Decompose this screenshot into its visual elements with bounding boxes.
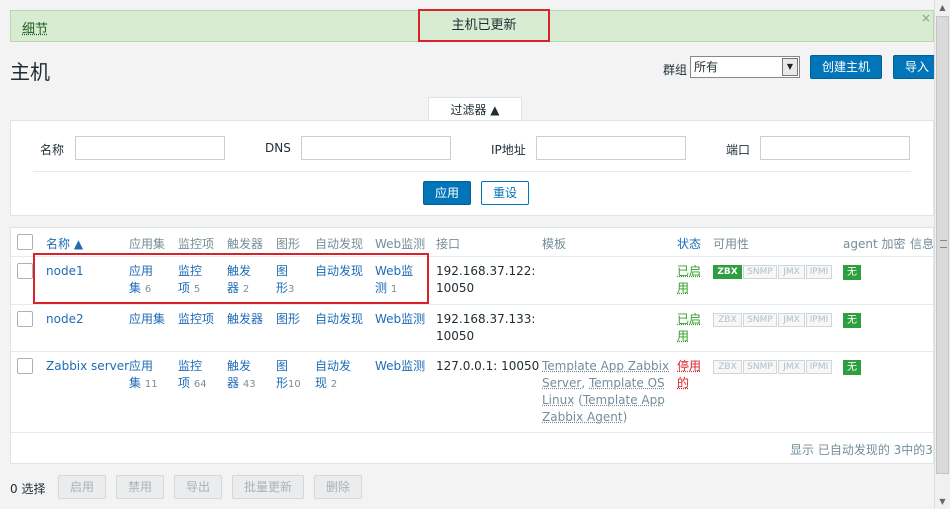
interface-value: 127.0.0.1: 10050 [436, 359, 540, 373]
chevron-down-icon[interactable]: ▼ [782, 58, 798, 76]
zbx-badge: ZBX [713, 313, 742, 327]
enable-button[interactable]: 启用 [58, 475, 106, 499]
group-label: 群组 [663, 63, 688, 77]
ipmi-badge: IPMI [806, 313, 832, 327]
row-checkbox[interactable] [17, 311, 33, 327]
interface-value: 192.168.37.133: 10050 [436, 312, 536, 343]
host-name-link[interactable]: node2 [46, 311, 84, 328]
triggers-link[interactable]: 触发器 [227, 311, 263, 328]
triggers-link[interactable]: 触发 器 43 [227, 358, 256, 393]
close-icon[interactable]: × [921, 11, 931, 25]
page-title: 主机 [10, 60, 50, 84]
highlight-box [33, 253, 429, 304]
col-templates: 模板 [542, 237, 567, 251]
disable-button[interactable]: 禁用 [116, 475, 164, 499]
web-link[interactable]: Web监测 [375, 311, 425, 328]
col-items: 监控项 [178, 237, 215, 251]
web-link[interactable]: Web监测 [375, 358, 425, 375]
graphs-link[interactable]: 图形 [276, 311, 300, 328]
filter-dns-input[interactable] [301, 136, 451, 160]
snmp-badge: SNMP [743, 265, 777, 279]
encryption-badge: 无 [843, 265, 861, 280]
message-text: 主机已更新 [418, 9, 550, 42]
status-toggle[interactable]: 停用的 [677, 358, 701, 392]
jmx-badge: JMX [778, 265, 805, 279]
hosts-table: 名称 ▲ 应用集 监控项 触发器 图形 自动发现 Web监测 接口 模板 状态 … [10, 227, 934, 464]
col-availability: 可用性 [713, 237, 750, 251]
template-link[interactable]: Template App Zabbix [542, 359, 669, 373]
filter-name-label: 名称 [40, 143, 65, 157]
filter-port-input[interactable] [760, 136, 910, 160]
message-details-link[interactable]: 细节 [22, 18, 48, 37]
zbx-badge: ZBX [713, 265, 742, 279]
template-link[interactable]: Linux [542, 393, 574, 407]
encryption-badge: 无 [843, 360, 861, 375]
col-encryption: agent 加密 [843, 237, 906, 251]
filter-ip-label: IP地址 [491, 143, 526, 157]
status-toggle[interactable]: 已启用 [677, 311, 701, 345]
table-footer-count: 显示 已自动发现的 3中的3 [790, 443, 933, 457]
zbx-badge: ZBX [713, 360, 742, 374]
group-select[interactable]: 所有 ▼ [690, 56, 800, 78]
filter-tab[interactable]: 过滤器 ▲ [428, 97, 522, 121]
row-checkbox[interactable] [17, 263, 33, 279]
ipmi-badge: IPMI [806, 265, 832, 279]
reset-button[interactable]: 重设 [481, 181, 529, 205]
snmp-badge: SNMP [743, 313, 777, 327]
col-status[interactable]: 状态 [677, 235, 701, 252]
template-link[interactable]: Zabbix Agent [542, 410, 623, 424]
col-triggers: 触发器 [227, 237, 264, 251]
filter-port-label: 端口 [726, 143, 751, 157]
status-toggle[interactable]: 已启用 [677, 263, 701, 297]
filter-divider [33, 171, 911, 172]
row-divider [11, 304, 933, 305]
col-name[interactable]: 名称 ▲ [46, 235, 83, 252]
filter-dns-label: DNS [265, 141, 291, 155]
export-button[interactable]: 导出 [174, 475, 222, 499]
items-link[interactable]: 监控项 [178, 311, 214, 328]
row-divider [11, 351, 933, 352]
scrollbar-thumb[interactable] [936, 16, 949, 474]
template-link[interactable]: Template App [583, 393, 665, 407]
col-discovery: 自动发现 [315, 237, 364, 251]
interface-value: 192.168.37.122: 10050 [436, 264, 536, 295]
row-checkbox[interactable] [17, 358, 33, 374]
applications-link[interactable]: 应用集 [129, 311, 165, 328]
encryption-badge: 无 [843, 313, 861, 328]
filter-panel: 名称 DNS IP地址 端口 应用 重设 [10, 120, 934, 216]
grip-icon [940, 240, 947, 248]
filter-name-input[interactable] [75, 136, 225, 160]
delete-button[interactable]: 删除 [314, 475, 362, 499]
apply-button[interactable]: 应用 [423, 181, 471, 205]
host-name-link[interactable]: Zabbix server [46, 358, 129, 375]
row-divider [11, 432, 933, 433]
discovery-link[interactable]: 自动发 现 2 [315, 358, 351, 393]
selected-count: 0 选择 [10, 482, 46, 496]
col-info: 信息 [910, 237, 934, 251]
applications-link[interactable]: 应用 集 11 [129, 358, 158, 393]
create-host-button[interactable]: 创建主机 [810, 55, 882, 79]
col-applications: 应用集 [129, 237, 166, 251]
discovery-link[interactable]: 自动发现 [315, 311, 363, 328]
templates-list: Template App Zabbix Server, Template OS … [542, 359, 670, 424]
filter-ip-input[interactable] [536, 136, 686, 160]
select-all-checkbox[interactable] [17, 234, 33, 250]
graphs-link[interactable]: 图 形10 [276, 358, 301, 393]
ipmi-badge: IPMI [806, 360, 832, 374]
items-link[interactable]: 监控 项 64 [178, 358, 207, 393]
scrollbar[interactable]: ▲ ▼ [934, 0, 950, 509]
template-link[interactable]: Server [542, 376, 581, 390]
col-web: Web监测 [375, 237, 426, 251]
template-link[interactable]: Template OS [589, 376, 665, 390]
col-interface: 接口 [436, 237, 461, 251]
mass-update-button[interactable]: 批量更新 [232, 475, 304, 499]
scroll-up-icon[interactable]: ▲ [935, 0, 950, 15]
group-select-value: 所有 [694, 60, 719, 74]
message-bar: 细节 主机已更新 × [10, 9, 934, 42]
snmp-badge: SNMP [743, 360, 777, 374]
jmx-badge: JMX [778, 313, 805, 327]
jmx-badge: JMX [778, 360, 805, 374]
scroll-down-icon[interactable]: ▼ [935, 494, 950, 509]
col-graphs: 图形 [276, 237, 301, 251]
